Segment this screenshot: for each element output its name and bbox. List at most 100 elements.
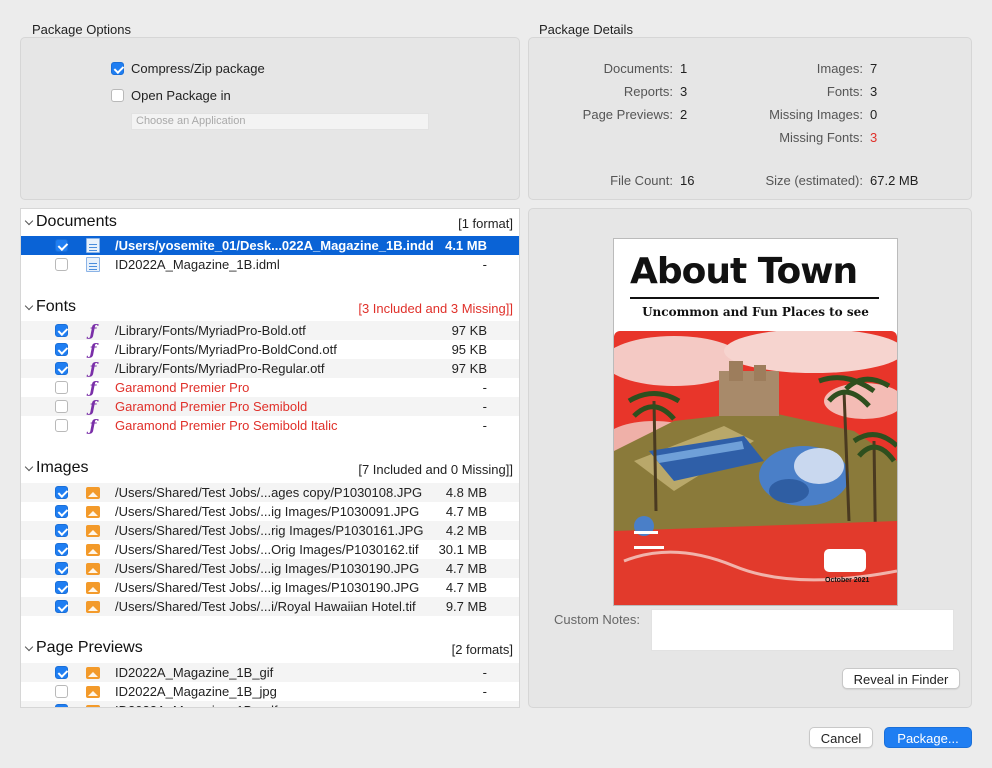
section-title: Fonts	[36, 298, 77, 315]
list-item[interactable]: ID2022A_Magazine_1B.idml -	[21, 255, 519, 274]
open-package-checkbox[interactable]	[111, 89, 124, 102]
size-estimated-label: Size (estimated):	[765, 173, 863, 188]
section-header-documents[interactable]: Documents [1 format]	[21, 213, 519, 233]
package-button[interactable]: Package...	[884, 727, 972, 748]
section-count: [3 Included and 3 Missing]]	[358, 301, 513, 316]
reveal-in-finder-button[interactable]: Reveal in Finder	[842, 668, 960, 689]
file-name: /Users/Shared/Test Jobs/...ig Images/P10…	[115, 504, 420, 519]
include-checkbox[interactable]	[55, 600, 68, 613]
include-checkbox[interactable]	[55, 505, 68, 518]
file-name: /Library/Fonts/MyriadPro-Regular.otf	[115, 361, 325, 376]
file-size: -	[482, 418, 487, 433]
list-item[interactable]: ID2022A_Magazine_1B_pdf	[21, 701, 519, 707]
include-checkbox[interactable]	[55, 343, 68, 356]
file-size: -	[482, 399, 487, 414]
open-package-label: Open Package in	[131, 88, 231, 103]
include-checkbox[interactable]	[55, 324, 68, 337]
list-item[interactable]: ƒ/Library/Fonts/MyriadPro-Regular.otf 97 …	[21, 359, 519, 378]
include-checkbox[interactable]	[55, 258, 68, 271]
custom-notes-field[interactable]	[651, 609, 954, 651]
file-size: 4.1 MB	[445, 238, 487, 253]
file-size: 30.1 MB	[438, 542, 487, 557]
images-value: 7	[870, 61, 878, 76]
list-item[interactable]: ID2022A_Magazine_1B_jpg -	[21, 682, 519, 701]
section-title: Documents	[36, 213, 117, 230]
include-checkbox[interactable]	[55, 486, 68, 499]
include-checkbox[interactable]	[55, 543, 68, 556]
include-checkbox[interactable]	[55, 239, 68, 252]
include-checkbox[interactable]	[55, 666, 68, 679]
image-icon	[86, 601, 100, 613]
list-item[interactable]: /Users/Shared/Test Jobs/...ig Images/P10…	[21, 578, 519, 597]
document-thumbnail: About Town Uncommon and Fun Places to se…	[613, 238, 898, 606]
section-count: [7 Included and 0 Missing]]	[358, 462, 513, 477]
list-item[interactable]: /Users/Shared/Test Jobs/...ages copy/P10…	[21, 483, 519, 502]
list-item[interactable]: ƒ/Library/Fonts/MyriadPro-BoldCond.otf 95…	[21, 340, 519, 359]
cover-date: October 2021	[825, 577, 870, 584]
image-icon	[86, 487, 100, 499]
section-title: Images	[36, 459, 89, 476]
application-select[interactable]: Choose an Application	[131, 113, 429, 130]
section-header-fonts[interactable]: Fonts [3 Included and 3 Missing]]	[21, 298, 519, 318]
list-item[interactable]: /Users/Shared/Test Jobs/...ig Images/P10…	[21, 502, 519, 521]
include-checkbox[interactable]	[55, 400, 68, 413]
list-item[interactable]: ID2022A_Magazine_1B_gif -	[21, 663, 519, 682]
section-header-images[interactable]: Images [7 Included and 0 Missing]]	[21, 459, 519, 479]
document-icon	[86, 257, 100, 272]
image-icon	[86, 705, 100, 707]
preview-panel: About Town Uncommon and Fun Places to se…	[528, 208, 972, 708]
file-count-label: File Count:	[610, 173, 673, 188]
chevron-down-icon[interactable]	[24, 216, 34, 226]
cover-title: About Town	[630, 251, 858, 292]
list-item[interactable]: ƒ Garamond Premier Pro -	[21, 378, 519, 397]
list-item[interactable]: /Users/yosemite_01/Desk...022A_Magazine_…	[21, 236, 519, 255]
image-icon	[86, 506, 100, 518]
chevron-down-icon[interactable]	[24, 462, 34, 472]
cancel-button[interactable]: Cancel	[809, 727, 873, 748]
include-checkbox[interactable]	[55, 381, 68, 394]
list-item[interactable]: ƒ/Library/Fonts/MyriadPro-Bold.otf 97 KB	[21, 321, 519, 340]
include-checkbox[interactable]	[55, 524, 68, 537]
package-file-list[interactable]: Documents [1 format] /Users/yosemite_01/De…	[20, 208, 520, 708]
font-icon: ƒ	[89, 397, 97, 416]
compress-option[interactable]: Compress/Zip package	[111, 61, 265, 76]
chevron-down-icon[interactable]	[24, 301, 34, 311]
image-icon	[86, 686, 100, 698]
file-count-value: 16	[680, 173, 695, 188]
missing-images-value: 0	[870, 107, 878, 122]
include-checkbox[interactable]	[55, 419, 68, 432]
image-icon	[86, 667, 100, 679]
cover-rule	[630, 297, 879, 299]
image-icon	[86, 582, 100, 594]
list-item[interactable]: ƒ Garamond Premier Pro Semibold -	[21, 397, 519, 416]
file-size: -	[482, 380, 487, 395]
package-options-heading: Package Options	[32, 22, 132, 37]
fonts-label: Fonts:	[826, 84, 863, 99]
include-checkbox[interactable]	[55, 685, 68, 698]
chevron-down-icon[interactable]	[24, 642, 34, 652]
section-header-page-previews[interactable]: Page Previews [2 formats]	[21, 639, 519, 659]
list-item[interactable]: /Users/Shared/Test Jobs/...Orig Images/P…	[21, 540, 519, 559]
compress-label: Compress/Zip package	[131, 61, 265, 76]
file-size: -	[482, 665, 487, 680]
compress-checkbox[interactable]	[111, 62, 124, 75]
missing-fonts-label: Missing Fonts:	[779, 130, 863, 145]
file-name: /Library/Fonts/MyriadPro-BoldCond.otf	[115, 342, 337, 357]
file-size: 97 KB	[451, 323, 487, 338]
include-checkbox[interactable]	[55, 704, 68, 707]
file-name: /Users/Shared/Test Jobs/...Orig Images/P…	[115, 542, 419, 557]
file-name: ID2022A_Magazine_1B_pdf	[115, 703, 278, 707]
file-name: /Users/Shared/Test Jobs/...ig Images/P10…	[115, 561, 420, 576]
file-size: 4.8 MB	[445, 485, 487, 500]
list-item[interactable]: ƒ Garamond Premier Pro Semibold Italic -	[21, 416, 519, 435]
font-icon: ƒ	[89, 359, 97, 378]
include-checkbox[interactable]	[55, 581, 68, 594]
include-checkbox[interactable]	[55, 362, 68, 375]
include-checkbox[interactable]	[55, 562, 68, 575]
list-item[interactable]: /Users/Shared/Test Jobs/...ig Images/P10…	[21, 559, 519, 578]
section-title: Page Previews	[36, 639, 143, 656]
section-count: [1 format]	[458, 216, 513, 231]
list-item[interactable]: /Users/Shared/Test Jobs/...i/Royal Hawai…	[21, 597, 519, 616]
list-item[interactable]: /Users/Shared/Test Jobs/...rig Images/P1…	[21, 521, 519, 540]
open-package-option[interactable]: Open Package in	[111, 88, 231, 103]
